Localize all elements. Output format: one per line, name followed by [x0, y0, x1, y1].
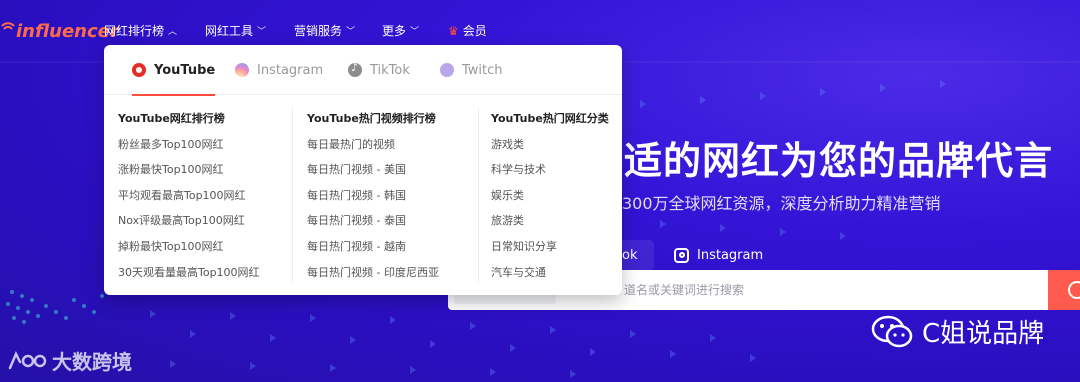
platform-tab-label: ok	[622, 247, 638, 263]
chevron-down-icon: ﹀	[410, 27, 420, 37]
tiktok-icon	[348, 61, 362, 77]
hero-subtitle: 300万全球网红资源，深度分析助力精准营销	[622, 194, 941, 213]
tab-twitch[interactable]: Twitch	[440, 45, 503, 95]
dropdown-column-trending-videos: YouTube热门视频排行榜 每日最热门的视频 每日热门视频 - 美国 每日热门…	[307, 111, 439, 281]
dropdown-link[interactable]: 每日热门视频 - 韩国	[307, 188, 439, 204]
dropdown-link[interactable]: 每日热门视频 - 泰国	[307, 213, 439, 229]
wechat-icon	[871, 315, 913, 347]
dropdown-link[interactable]: 旅游类	[491, 213, 609, 229]
nav-item-label: 更多	[382, 24, 407, 38]
ranking-dropdown-menu: YouTube Instagram TikTok Twitch YouTube网…	[104, 45, 622, 295]
instagram-icon	[674, 247, 689, 263]
tab-label: Twitch	[462, 62, 503, 78]
watermark-left: 大数跨境	[8, 346, 132, 375]
dropdown-link[interactable]: 汽车与交通	[491, 265, 609, 281]
nav-item-label: 网红排行榜	[104, 24, 165, 38]
dropdown-link[interactable]: Nox评级最高Top100网红	[118, 213, 260, 229]
dropdown-column-categories: YouTube热门网红分类 游戏类 科学与技术 娱乐类 旅游类 日常知识分享 汽…	[491, 111, 609, 281]
dropdown-link[interactable]: 掉粉最快Top100网红	[118, 239, 260, 255]
dropdown-link[interactable]: 日常知识分享	[491, 239, 609, 255]
chevron-down-icon: ﹀	[346, 27, 356, 37]
column-divider	[292, 107, 293, 283]
instagram-icon	[235, 63, 249, 77]
chevron-up-icon: ︿	[168, 27, 178, 37]
nav-item-label: 会员	[462, 24, 487, 38]
dropdown-link[interactable]: 每日热门视频 - 美国	[307, 162, 439, 178]
dropdown-link[interactable]: 平均观看最高Top100网红	[118, 188, 260, 204]
nav-item-influencer-ranking[interactable]: 网红排行榜 ︿	[104, 22, 177, 39]
watermark-right: C姐说品牌	[870, 313, 1044, 350]
dropdown-link[interactable]: 30天观看量最高Top100网红	[118, 265, 260, 281]
nav-item-label: 网红工具	[205, 24, 254, 38]
dropdown-link[interactable]: 科学与技术	[491, 162, 609, 178]
nav-item-label: 营销服务	[294, 24, 343, 38]
platform-tab-instagram[interactable]: Instagram	[674, 240, 763, 270]
dashuju-logo-icon	[8, 350, 47, 369]
dropdown-link[interactable]: 每日热门视频 - 印度尼西亚	[307, 265, 439, 281]
hero-title: 适的网红为您的品牌代言	[624, 139, 1054, 183]
logo-wave-icon	[1, 22, 15, 30]
nav-item-membership[interactable]: ♛ 会员	[448, 22, 487, 39]
search-button[interactable]	[1048, 270, 1080, 310]
tab-instagram[interactable]: Instagram	[235, 45, 323, 95]
brand-logo[interactable]: influencer	[0, 16, 119, 46]
dropdown-column-rankings: YouTube网红排行榜 粉丝最多Top100网红 涨粉最快Top100网红 平…	[118, 111, 260, 281]
watermark-left-text: 大数跨境	[52, 350, 132, 374]
dropdown-link[interactable]: 每日最热门的视频	[307, 137, 439, 153]
column-heading: YouTube热门视频排行榜	[307, 112, 436, 125]
platform-tab-label: Instagram	[697, 247, 764, 263]
platform-tabs: YouTube Instagram TikTok Twitch	[104, 45, 622, 96]
watermark-right-text: C姐说品牌	[922, 319, 1045, 349]
tab-label: YouTube	[154, 62, 216, 78]
column-heading: YouTube网红排行榜	[118, 112, 225, 125]
dropdown-link[interactable]: 娱乐类	[491, 188, 609, 204]
twitch-icon	[440, 63, 454, 77]
dropdown-link[interactable]: 每日热门视频 - 越南	[307, 239, 439, 255]
dropdown-link[interactable]: 粉丝最多Top100网红	[118, 137, 260, 153]
nav-item-marketing-services[interactable]: 营销服务 ﹀	[294, 22, 355, 39]
tab-youtube[interactable]: YouTube	[132, 45, 216, 96]
dropdown-link[interactable]: 游戏类	[491, 137, 609, 153]
column-divider	[478, 107, 479, 283]
nav-item-influencer-tools[interactable]: 网红工具 ﹀	[205, 22, 266, 39]
dropdown-link[interactable]: 涨粉最快Top100网红	[118, 162, 260, 178]
youtube-icon	[132, 63, 146, 77]
crown-icon: ♛	[448, 23, 459, 38]
tab-label: Instagram	[257, 62, 324, 78]
chevron-down-icon: ﹀	[257, 27, 267, 37]
search-input[interactable]	[624, 283, 1004, 297]
nav-item-more[interactable]: 更多 ﹀	[382, 22, 419, 39]
tab-label: TikTok	[370, 62, 410, 78]
tab-tiktok[interactable]: TikTok	[348, 45, 410, 95]
column-heading: YouTube热门网红分类	[491, 112, 609, 125]
